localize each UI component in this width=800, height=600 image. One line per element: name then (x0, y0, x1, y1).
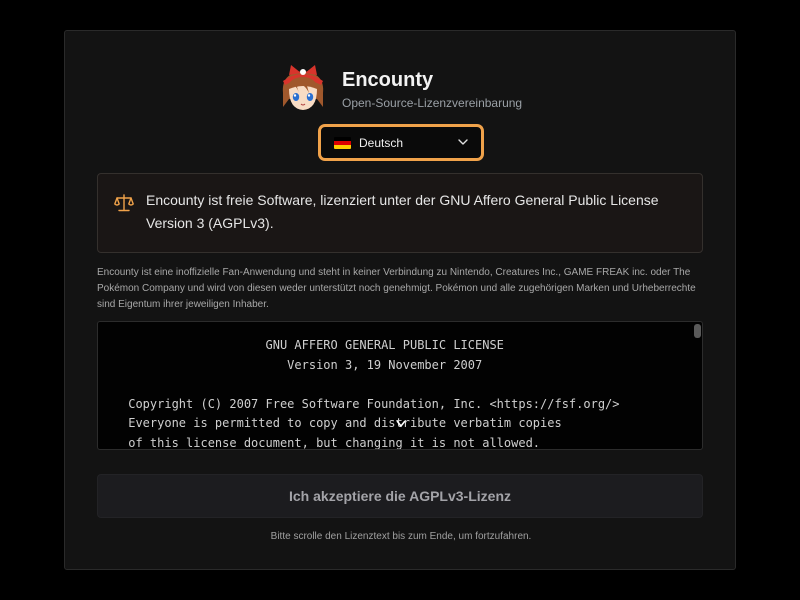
scale-icon (114, 194, 134, 212)
mouse-cursor-icon (396, 420, 406, 428)
license-notice-text: Encounty ist freie Software, lizenziert … (146, 192, 659, 231)
language-select[interactable]: Deutsch (318, 124, 484, 161)
chevron-down-icon (458, 139, 468, 145)
trainer-avatar (277, 63, 329, 115)
app-header: Encounty Open-Source-Lizenzvereinbarung (277, 63, 522, 115)
accept-license-button[interactable]: Ich akzeptiere die AGPLv3-Lizenz (97, 474, 703, 518)
license-line: ​ (121, 375, 620, 395)
license-dialog: Encounty Open-Source-Lizenzvereinbarung … (64, 30, 736, 570)
german-flag-icon (334, 136, 351, 149)
scrollbar-thumb[interactable] (694, 324, 701, 338)
scroll-hint: Bitte scrolle den Lizenztext bis zum End… (270, 531, 532, 542)
license-notice: Encounty ist freie Software, lizenziert … (97, 173, 703, 253)
license-text-scrollbox[interactable]: GNU AFFERO GENERAL PUBLIC LICENSE Versio… (97, 321, 703, 450)
app-subtitle: Open-Source-Lizenzvereinbarung (342, 96, 523, 110)
trademark-disclaimer: Encounty ist eine inoffizielle Fan-Anwen… (97, 267, 696, 310)
license-scrollbar[interactable] (692, 322, 702, 449)
license-text: GNU AFFERO GENERAL PUBLIC LICENSE Versio… (121, 336, 620, 450)
license-line: of this license document, but changing i… (121, 435, 541, 450)
language-select-value: Deutsch (359, 135, 404, 150)
license-line: Everyone is permitted to copy and distri… (121, 416, 562, 430)
license-line: Version 3, 19 November 2007 (121, 357, 483, 372)
app-title: Encounty (342, 69, 434, 91)
license-line: Copyright (C) 2007 Free Software Foundat… (121, 396, 620, 411)
license-line: GNU AFFERO GENERAL PUBLIC LICENSE (121, 338, 504, 352)
